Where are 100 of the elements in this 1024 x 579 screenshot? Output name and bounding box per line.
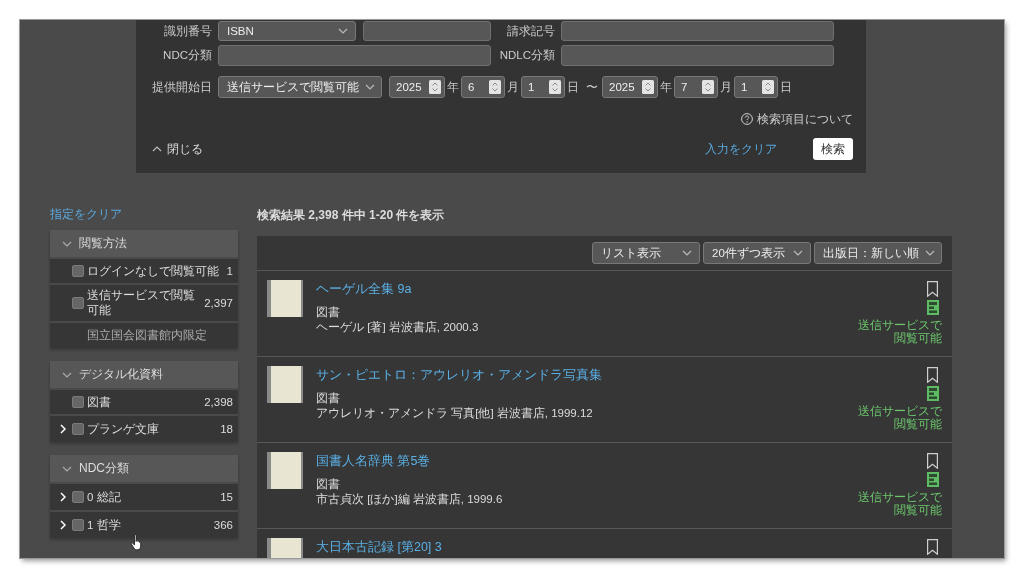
identifier-type-select[interactable]: ISBN — [218, 21, 356, 41]
facet-option-label: 送信サービスで閲覧可能 — [87, 288, 196, 318]
facet-option[interactable]: ログインなしで閲覧可能 1 — [50, 259, 238, 283]
facet-header[interactable]: NDC分類 — [50, 455, 238, 482]
chevron-up-icon — [152, 146, 162, 152]
date-number-field[interactable]: 7 — [674, 76, 718, 98]
facet-header[interactable]: デジタル化資料 — [50, 361, 238, 388]
field-label: NDC分類 — [162, 48, 213, 63]
date-number-field[interactable]: 1 — [521, 76, 565, 98]
facet-option-label: 図書 — [87, 394, 111, 410]
hand-cursor-icon — [130, 534, 143, 551]
tablet-icon — [927, 300, 939, 315]
facet-option-label: 国立国会図書館内限定 — [87, 328, 207, 343]
checkbox[interactable] — [72, 491, 84, 503]
checkbox[interactable] — [72, 297, 84, 309]
bookmark-icon[interactable] — [927, 453, 938, 469]
facet-option[interactable]: 1 哲学 366 — [50, 512, 238, 538]
date-unit-label: 月 — [506, 79, 520, 95]
clear-filters-link[interactable]: 指定をクリア — [50, 208, 122, 221]
date-unit-label: 年 — [446, 79, 460, 95]
bibliographic-info: ヘーゲル [著] 岩波書店, 2000.3 — [316, 320, 479, 334]
checkbox[interactable] — [72, 519, 84, 531]
spinner-arrows-icon[interactable] — [702, 80, 714, 94]
availability-label: 送信サービスで閲覧可能 — [857, 405, 942, 431]
bookmark-icon[interactable] — [927, 281, 938, 297]
chevron-down-icon — [793, 250, 803, 256]
result-title-link[interactable]: サン・ピエトロ：アウレリオ・アメンドラ写真集 — [316, 368, 602, 383]
bibliographic-info: アウレリオ・アメンドラ 写真[他] 岩波書店, 1999.12 — [316, 406, 593, 420]
spinner-arrows-icon[interactable] — [762, 80, 774, 94]
checkbox[interactable] — [72, 265, 84, 277]
date-unit-label: 日 — [779, 79, 793, 95]
availability-label: 送信サービスで閲覧可能 — [857, 319, 942, 345]
date-mode-select[interactable]: 送信サービスで閲覧可能 — [218, 76, 382, 98]
chevron-down-icon — [682, 250, 692, 256]
text-input[interactable] — [561, 21, 834, 41]
availability-label: 送信サービスで閲覧可能 — [857, 491, 942, 517]
checkbox[interactable] — [72, 423, 84, 435]
field-label: 提供開始日 — [151, 79, 213, 95]
book-cover-placeholder[interactable] — [267, 280, 303, 317]
facet-option-label: プランゲ文庫 — [87, 421, 159, 437]
tablet-icon — [927, 386, 939, 401]
result-title-link[interactable]: ヘーゲル全集 9a — [316, 282, 412, 297]
result-title-link[interactable]: 国書人名辞典 第5巻 — [316, 454, 431, 469]
bibliographic-info: 市古貞次 [ほか]編 岩波書店, 1999.6 — [316, 492, 503, 506]
search-button[interactable]: 検索 — [813, 138, 853, 160]
facet-count: 1 — [225, 265, 233, 277]
facet-option[interactable]: 0 総記 15 — [50, 484, 238, 510]
facet-option[interactable]: プランゲ文庫 18 — [50, 416, 238, 442]
collapse-button[interactable]: 閉じる — [152, 140, 203, 158]
bookmark-icon[interactable] — [927, 539, 938, 555]
chevron-down-icon — [925, 250, 935, 256]
text-input[interactable] — [561, 45, 834, 66]
view-option-select[interactable]: 出版日：新しい順 — [814, 242, 942, 264]
view-option-select[interactable]: リスト表示 — [592, 242, 700, 264]
facet-count: 2,397 — [203, 297, 233, 309]
results-summary: 検索結果 2,398 件中 1-20 件を表示 — [257, 208, 446, 222]
identifier-input[interactable] — [363, 21, 491, 41]
chevron-right-icon[interactable] — [60, 492, 66, 502]
date-number-field[interactable]: 1 — [734, 76, 778, 98]
facet-option[interactable]: 図書 2,398 — [50, 390, 238, 414]
facet-option-label: 1 哲学 — [87, 517, 121, 533]
spinner-arrows-icon[interactable] — [429, 80, 441, 94]
chevron-right-icon[interactable] — [60, 520, 66, 530]
book-cover-placeholder[interactable] — [267, 366, 303, 403]
facet-option-label: 0 総記 — [87, 489, 121, 505]
facet-count: 18 — [219, 423, 233, 435]
chevron-right-icon[interactable] — [60, 424, 66, 434]
field-label: NDLC分類 — [498, 48, 556, 63]
result-title-link[interactable]: 大日本古記録 [第20] 3 — [316, 540, 442, 555]
bookmark-icon[interactable] — [927, 367, 938, 383]
date-unit-label: 年 — [659, 79, 673, 95]
date-unit-label: 月 — [719, 79, 733, 95]
date-number-field[interactable]: 6 — [461, 76, 505, 98]
text-input[interactable] — [218, 45, 491, 66]
date-unit-label: 日 — [566, 79, 580, 95]
checkbox[interactable] — [72, 396, 84, 408]
field-label: 識別番号 — [163, 23, 213, 39]
chevron-down-icon — [365, 84, 375, 90]
view-option-select[interactable]: 20件ずつ表示 — [703, 242, 811, 264]
tablet-icon — [927, 472, 939, 487]
clear-input-link[interactable]: 入力をクリア — [705, 141, 777, 157]
help-icon — [741, 113, 753, 125]
field-label: 請求記号 — [506, 23, 556, 39]
search-fields-help-link[interactable]: 検索項目について — [741, 112, 853, 126]
facet-count: 15 — [219, 491, 233, 503]
book-cover-placeholder[interactable] — [267, 452, 303, 489]
spinner-arrows-icon[interactable] — [489, 80, 501, 94]
spinner-arrows-icon[interactable] — [642, 80, 654, 94]
material-type: 図書 — [316, 391, 340, 405]
date-number-field[interactable]: 2025 — [389, 76, 445, 98]
facet-count: 366 — [212, 519, 233, 531]
range-separator: 〜 — [584, 78, 599, 96]
date-number-field[interactable]: 2025 — [602, 76, 658, 98]
material-type: 図書 — [316, 477, 340, 491]
facet-option-label: ログインなしで閲覧可能 — [87, 263, 219, 279]
spinner-arrows-icon[interactable] — [549, 80, 561, 94]
facet-count: 2,398 — [203, 396, 233, 408]
facet-header[interactable]: 閲覧方法 — [50, 230, 238, 257]
chevron-down-icon — [338, 28, 348, 34]
material-type: 図書 — [316, 305, 340, 319]
